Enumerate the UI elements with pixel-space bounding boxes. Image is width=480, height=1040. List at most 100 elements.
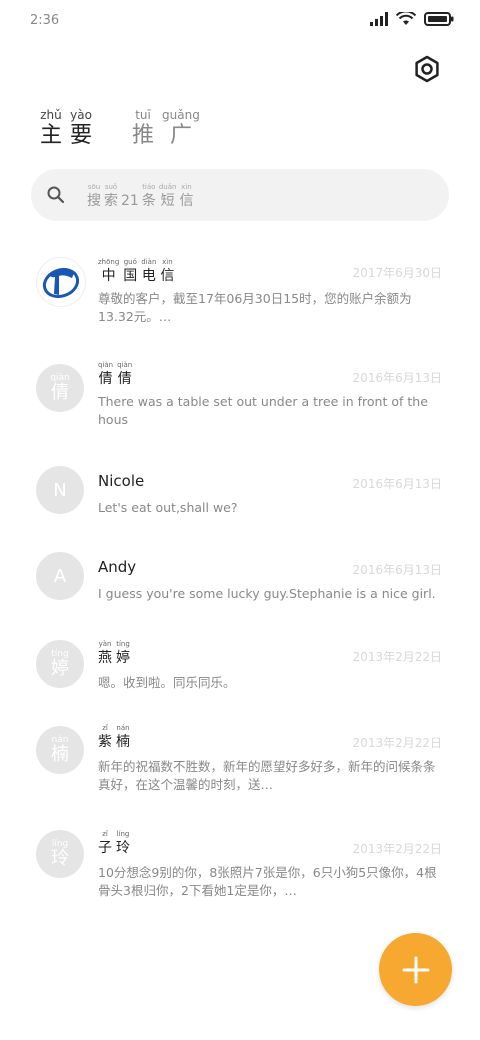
status-time: 2:36	[30, 13, 60, 28]
search-placeholder: sōu 搜 suǒ 索 21 tiáo 条 duǎn 短 xìn 信	[87, 183, 193, 210]
placeholder-char: sōu 搜	[87, 183, 101, 210]
tab-char: yào 要	[70, 108, 92, 150]
hanzi: 国	[123, 268, 138, 284]
search-icon	[47, 186, 65, 204]
name-char: qiàn 倩	[98, 361, 113, 388]
contact-name: qiàn 倩 qiàn 倩	[98, 361, 132, 388]
contact-name: zǐ 紫 nán 楠	[98, 724, 130, 751]
china-telecom-logo-icon	[42, 267, 80, 299]
avatar-text: líng 玲	[51, 839, 69, 869]
message-date: 2016年6月13日	[352, 563, 442, 577]
wifi-icon	[396, 12, 416, 25]
conversation-item[interactable]: tíng 婷 yàn 燕 tíng 婷 2013年2月22日 嗯。收到啦。同乐同乐。	[0, 640, 480, 700]
new-message-button[interactable]	[379, 933, 452, 1006]
conversation-item[interactable]: nán 楠 zǐ 紫 nán 楠 2013年2月22日 新年的祝福数不胜数，新年的愿…	[0, 724, 480, 804]
signal-icon	[370, 12, 388, 26]
pinyin: qiàn	[117, 361, 133, 369]
message-date: 2013年2月22日	[352, 650, 442, 664]
name-char: qiàn 倩	[117, 361, 132, 388]
message-date: 2013年2月22日	[352, 736, 442, 750]
avatar: A	[36, 552, 84, 600]
pinyin: duǎn	[158, 183, 177, 191]
name-char: zhōng 中	[98, 258, 119, 285]
tab-char: tuī 推	[132, 108, 154, 150]
hanzi: 倩	[51, 382, 69, 403]
pinyin: tíng	[116, 640, 130, 648]
name-char: yàn 燕	[98, 640, 112, 667]
message-preview: There was a table set out under a tree i…	[98, 394, 428, 427]
settings-button[interactable]	[412, 54, 442, 84]
message-preview: 嗯。收到啦。同乐同乐。	[98, 675, 236, 690]
hanzi: 玲	[116, 840, 130, 856]
contact-name: zǐ 子 líng 玲	[98, 830, 130, 857]
name-char: guó 国	[123, 258, 137, 285]
hanzi: 楠	[51, 744, 69, 765]
name-char: zǐ 子	[98, 830, 112, 857]
name-char: líng 玲	[116, 830, 130, 857]
contact-name: Andy	[98, 558, 137, 576]
message-preview: Let's eat out,shall we?	[98, 500, 238, 515]
avatar	[36, 257, 86, 307]
contact-name: Nicole	[98, 472, 145, 490]
avatar-text: tíng 婷	[51, 649, 69, 679]
pinyin: nán	[116, 724, 130, 732]
name-char: nán 楠	[116, 724, 130, 751]
hanzi: 推	[132, 123, 155, 148]
message-date: 2016年6月13日	[352, 371, 442, 385]
search-input[interactable]: sōu 搜 suǒ 索 21 tiáo 条 duǎn 短 xìn 信	[31, 169, 449, 221]
hanzi: 子	[98, 840, 112, 856]
hanzi: 倩	[98, 371, 113, 387]
hanzi: 信	[160, 268, 175, 284]
name-char: zǐ 紫	[98, 724, 112, 751]
hanzi: 倩	[117, 371, 132, 387]
pinyin: diàn	[141, 258, 157, 266]
tab-bar: zhǔ 主 yào 要 tuī 推 guǎng 广	[40, 108, 200, 150]
hanzi: 短	[160, 193, 175, 209]
avatar-letter: A	[53, 565, 67, 587]
pinyin: zhǔ	[40, 108, 62, 122]
message-date: 2017年6月30日	[352, 266, 442, 280]
avatar-text: nán 楠	[51, 735, 69, 765]
message-preview: 10分想念9别的你，8张照片7张是你，6只小狗5只像你，4根骨头3根归你，2下看…	[98, 865, 437, 898]
contact-name: yàn 燕 tíng 婷	[98, 640, 130, 667]
placeholder-char: tiáo 条	[142, 183, 156, 210]
tab-char: zhǔ 主	[40, 108, 62, 150]
hanzi: 索	[104, 193, 118, 209]
avatar: qiàn 倩	[36, 364, 84, 412]
hanzi: 玲	[51, 848, 69, 869]
tab-main[interactable]: zhǔ 主 yào 要	[40, 108, 92, 150]
tab-promo[interactable]: tuī 推 guǎng 广	[132, 108, 200, 150]
status-icons	[370, 12, 454, 26]
hanzi: 广	[169, 123, 192, 148]
message-date: 2013年2月22日	[352, 842, 442, 856]
pinyin: yàn	[98, 640, 112, 648]
hanzi: 中	[101, 268, 116, 284]
conversation-item[interactable]: qiàn 倩 qiàn 倩 qiàn 倩 2016年6月13日 There was …	[0, 355, 480, 435]
pinyin: sōu	[87, 183, 101, 191]
avatar-letter: N	[53, 479, 67, 501]
pinyin: qiàn	[98, 361, 114, 369]
conversation-item[interactable]: A Andy 2016年6月13日 I guess you're some lu…	[0, 552, 480, 612]
settings-icon	[415, 55, 439, 83]
avatar: nán 楠	[36, 726, 84, 774]
hanzi: 要	[70, 123, 93, 148]
avatar: líng 玲	[36, 830, 84, 878]
message-preview: 新年的祝福数不胜数，新年的愿望好多好多，新年的问候条条真好，在这个温馨的时刻，送…	[98, 759, 436, 792]
status-bar: 2:36	[0, 0, 480, 44]
conversation-item[interactable]: zhōng 中 guó 国 diàn 电 xìn 信 2017年6月30日 尊敬的客户，…	[0, 250, 480, 324]
hanzi: 搜	[87, 193, 101, 209]
tab-char: guǎng 广	[162, 108, 200, 150]
conversation-item[interactable]: N Nicole 2016年6月13日 Let's eat out,shall …	[0, 465, 480, 525]
hanzi: 电	[141, 268, 156, 284]
battery-icon	[424, 12, 454, 26]
pinyin: tiáo	[142, 183, 156, 191]
pinyin: tuī	[135, 108, 151, 122]
name-char: xìn 信	[160, 258, 174, 285]
name-char: tíng 婷	[116, 640, 130, 667]
pinyin: zhōng	[98, 258, 120, 266]
pinyin: xìn	[181, 183, 192, 191]
contact-name: zhōng 中 guó 国 diàn 电 xìn 信	[98, 258, 174, 285]
pinyin: guǎng	[162, 108, 200, 122]
pinyin: zǐ	[102, 724, 108, 732]
conversation-item[interactable]: líng 玲 zǐ 子 líng 玲 2013年2月22日 10分想念9别的你，8张…	[0, 830, 480, 910]
